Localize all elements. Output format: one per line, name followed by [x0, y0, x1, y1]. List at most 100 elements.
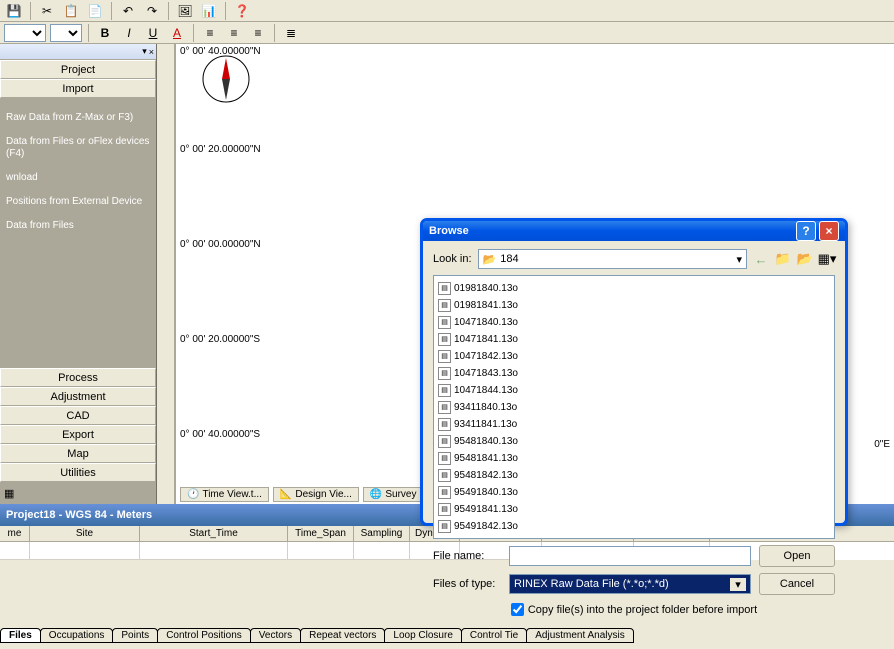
file-item[interactable]: ▤10471841.13o — [438, 331, 558, 347]
sidebar-export[interactable]: Export — [0, 425, 156, 444]
open-button[interactable]: Open — [759, 545, 835, 567]
filetype-select[interactable]: RINEX Raw Data File (*.*o;*.*d) ▾ — [509, 574, 751, 594]
underline-button[interactable]: U — [143, 23, 163, 43]
grid-cell[interactable] — [354, 542, 410, 560]
cancel-button[interactable]: Cancel — [759, 573, 835, 595]
file-item[interactable]: ▤95491840.13o — [438, 484, 558, 500]
lookin-select[interactable]: 📂 184 ▾ — [478, 249, 747, 269]
file-icon: ▤ — [438, 520, 451, 533]
redo-icon[interactable]: ↷ — [142, 1, 162, 21]
bottom-tab-control-positions[interactable]: Control Positions — [157, 628, 251, 643]
file-item[interactable]: ▤95491841.13o — [438, 501, 558, 517]
up-folder-icon[interactable]: 📁 — [775, 251, 791, 267]
sidebar-item-download[interactable]: wnload — [4, 166, 152, 190]
copy-checkbox[interactable] — [511, 603, 524, 616]
help-icon[interactable]: ❓ — [232, 1, 252, 21]
cut-icon[interactable]: ✂ — [37, 1, 57, 21]
bottom-tab-files[interactable]: Files — [0, 628, 41, 643]
bold-button[interactable]: B — [95, 23, 115, 43]
filename-label: File name: — [433, 550, 501, 562]
file-list[interactable]: ▤01981840.13o▤01981841.13o▤10471840.13o▤… — [433, 275, 835, 539]
undo-icon[interactable]: ↶ — [118, 1, 138, 21]
file-item[interactable]: ▤95481841.13o — [438, 450, 558, 466]
file-item[interactable]: ▤95481842.13o — [438, 467, 558, 483]
file-item[interactable]: ▤10471842.13o — [438, 348, 558, 364]
file-item[interactable]: ▤01981840.13o — [438, 280, 558, 296]
file-item[interactable]: ▤93411840.13o — [438, 399, 558, 415]
grid-header-cell[interactable]: Site — [30, 526, 140, 541]
grid-cell[interactable] — [288, 542, 354, 560]
save-icon[interactable]: 💾 — [4, 1, 24, 21]
coord-n00: 0° 00' 00.00000"N — [180, 239, 261, 250]
tool-icon[interactable]: 🖼 — [175, 1, 195, 21]
grid-header-cell[interactable]: me — [0, 526, 30, 541]
grid-header-cell[interactable]: Start_Time — [140, 526, 288, 541]
bottom-tab-adjustment-analysis[interactable]: Adjustment Analysis — [526, 628, 634, 643]
tool2-icon[interactable]: 📊 — [199, 1, 219, 21]
filetype-label: Files of type: — [433, 578, 501, 590]
sidebar-adjustment[interactable]: Adjustment — [0, 387, 156, 406]
list-icon[interactable]: ≣ — [281, 23, 301, 43]
coord-n20: 0° 00' 20.00000"N — [180, 144, 261, 155]
file-icon: ▤ — [438, 333, 451, 346]
sidebar-item-files[interactable]: Data from Files or oFlex devices (F4) — [4, 130, 152, 166]
bottom-tab-loop-closure[interactable]: Loop Closure — [384, 628, 461, 643]
grid-header-cell[interactable]: Time_Span — [288, 526, 354, 541]
sidebar-item-datafiles[interactable]: Data from Files — [4, 214, 152, 238]
new-folder-icon[interactable]: 📂 — [797, 251, 813, 267]
panel-close-icon[interactable]: × — [149, 47, 154, 57]
file-icon: ▤ — [438, 384, 451, 397]
file-item[interactable]: ▤95481840.13o — [438, 433, 558, 449]
grid-cell[interactable] — [30, 542, 140, 560]
sidebar-import[interactable]: Import — [0, 79, 156, 98]
panel-footer-icon[interactable]: ▦ — [4, 487, 14, 500]
lookin-label: Look in: — [433, 253, 472, 265]
bottom-tab-occupations[interactable]: Occupations — [40, 628, 114, 643]
sidebar-project[interactable]: Project — [0, 60, 156, 79]
sidebar-item-positions[interactable]: Positions from External Device — [4, 190, 152, 214]
file-icon: ▤ — [438, 435, 451, 448]
bottom-tab-vectors[interactable]: Vectors — [250, 628, 301, 643]
size-select[interactable] — [50, 24, 82, 42]
side-panel: ▾ × Project Import Raw Data from Z-Max o… — [0, 44, 157, 504]
align-center-icon[interactable]: ≡ — [224, 23, 244, 43]
file-icon: ▤ — [438, 316, 451, 329]
align-right-icon[interactable]: ≡ — [248, 23, 268, 43]
paste-icon[interactable]: 📄 — [85, 1, 105, 21]
panel-dropdown-icon[interactable]: ▾ — [142, 46, 147, 57]
sidebar-process[interactable]: Process — [0, 368, 156, 387]
file-icon: ▤ — [438, 401, 451, 414]
file-item[interactable]: ▤95491842.13o — [438, 518, 558, 534]
file-item[interactable]: ▤10471844.13o — [438, 382, 558, 398]
compass-icon — [201, 54, 251, 104]
bottom-tab-points[interactable]: Points — [112, 628, 158, 643]
copy-icon[interactable]: 📋 — [61, 1, 81, 21]
sidebar-item-rawdata[interactable]: Raw Data from Z-Max or F3) — [4, 106, 152, 130]
file-item[interactable]: ▤10471840.13o — [438, 314, 558, 330]
file-item[interactable]: ▤10471843.13o — [438, 365, 558, 381]
align-left-icon[interactable]: ≡ — [200, 23, 220, 43]
grid-header-cell[interactable]: Sampling — [354, 526, 410, 541]
file-item[interactable]: ▤01981841.13o — [438, 297, 558, 313]
grid-cell[interactable] — [0, 542, 30, 560]
coord-n40: 0° 00' 40.00000"N — [180, 46, 261, 57]
views-icon[interactable]: ▦▾ — [819, 251, 835, 267]
filename-input[interactable] — [509, 546, 751, 566]
bottom-tab-control-tie[interactable]: Control Tie — [461, 628, 527, 643]
font-color-icon[interactable]: A — [167, 23, 187, 43]
grid-cell[interactable] — [140, 542, 288, 560]
file-item[interactable]: ▤93411841.13o — [438, 416, 558, 432]
back-icon[interactable]: ← — [753, 251, 769, 267]
file-icon: ▤ — [438, 299, 451, 312]
sidebar-cad[interactable]: CAD — [0, 406, 156, 425]
sidebar-utilities[interactable]: Utilities — [0, 463, 156, 482]
map-tab-designview[interactable]: 📐Design Vie... — [273, 487, 359, 502]
bottom-tab-repeat-vectors[interactable]: Repeat vectors — [300, 628, 385, 643]
dialog-close-button[interactable]: × — [819, 221, 839, 241]
file-icon: ▤ — [438, 418, 451, 431]
map-tab-timeview[interactable]: 🕐Time View.t... — [180, 487, 269, 502]
italic-button[interactable]: I — [119, 23, 139, 43]
font-select[interactable] — [4, 24, 46, 42]
sidebar-map[interactable]: Map — [0, 444, 156, 463]
dialog-help-button[interactable]: ? — [796, 221, 816, 241]
